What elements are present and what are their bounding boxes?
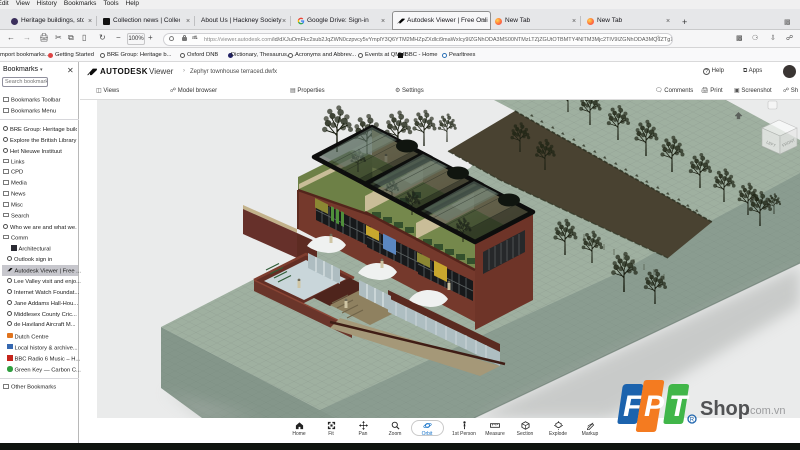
svg-text:.com.vn: .com.vn: [747, 405, 786, 417]
svg-text:Shop: Shop: [700, 398, 750, 420]
svg-text:T: T: [669, 390, 690, 423]
svg-text:R: R: [690, 418, 695, 424]
svg-text:P: P: [644, 390, 665, 423]
